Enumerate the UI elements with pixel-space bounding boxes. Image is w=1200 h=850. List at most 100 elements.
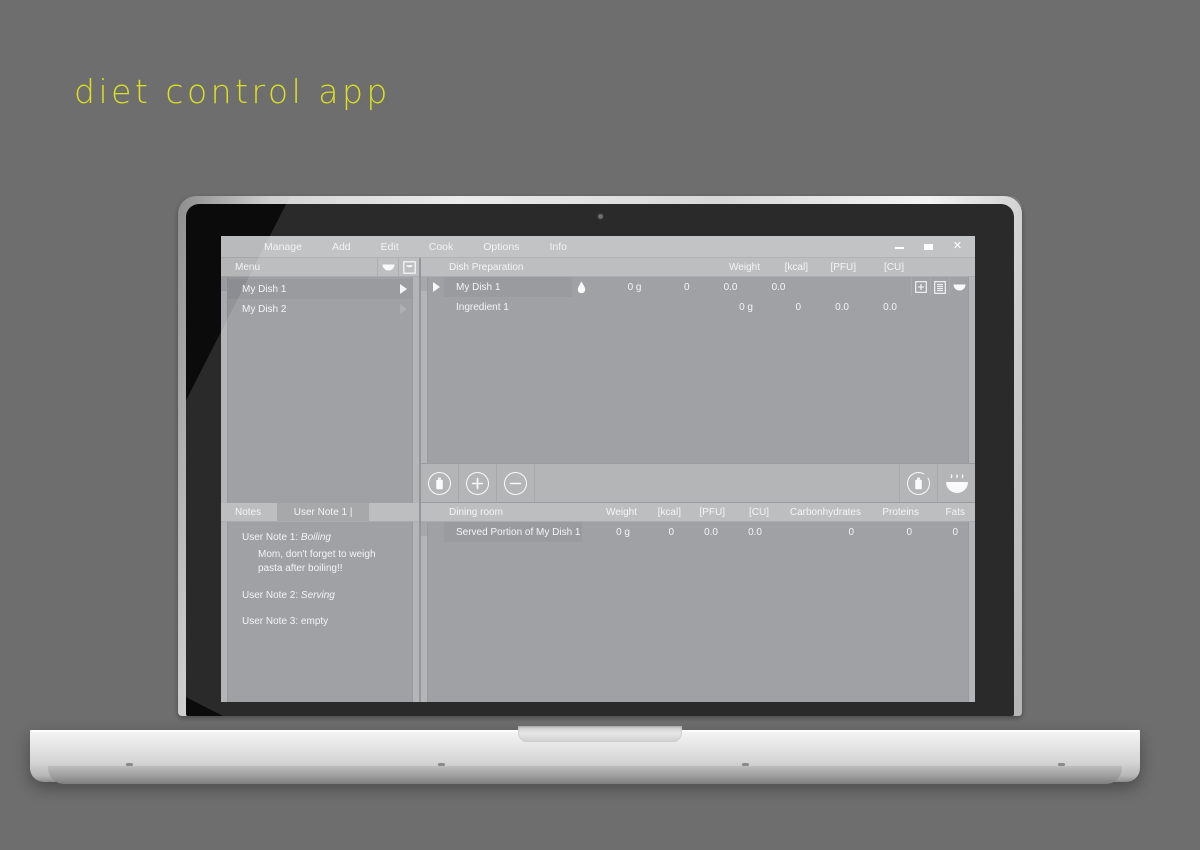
laptop-mockup: Manage Add Edit Cook Options Info ✕ Menu (0, 0, 1200, 850)
row-selected-marker (428, 282, 444, 292)
dish-preparation-body: My Dish 1 0 g 0 0.0 0.0 Ingredient 1 0 g… (421, 277, 975, 463)
dining-scrollbar[interactable] (421, 522, 428, 702)
menu-list[interactable]: My Dish 1 My Dish 2 (221, 277, 419, 503)
col-weight: Weight (606, 506, 637, 518)
pfu-value: 0.0 (723, 281, 738, 293)
note-1-text: Mom, don't forget to weigh pasta after b… (258, 548, 376, 575)
add-button[interactable] (459, 464, 497, 502)
remove-button[interactable] (497, 464, 535, 502)
droplet-icon (572, 281, 592, 294)
menu-info[interactable]: Info (544, 240, 572, 254)
scrollbar-thumb[interactable] (221, 277, 227, 291)
left-column: Menu My Dish 1 My Dish 2 Notes User Note… (221, 258, 421, 702)
prep-toolbar (421, 463, 975, 503)
prep-scrollbar-right[interactable] (968, 277, 975, 463)
dish-preparation-scroll: My Dish 1 0 g 0 0.0 0.0 Ingredient 1 0 g… (421, 277, 975, 463)
laptop-foot (438, 763, 445, 766)
list-icon[interactable] (930, 277, 949, 297)
serve-button[interactable] (937, 464, 975, 502)
plus-circle-icon (466, 471, 489, 495)
carbs-value: 0 (848, 526, 854, 538)
close-icon[interactable]: ✕ (952, 241, 963, 252)
pfu-value: 0.0 (835, 301, 849, 313)
notes-content[interactable]: User Note 1: Boiling Mom, don't forget t… (228, 522, 412, 702)
app-window: Manage Add Edit Cook Options Info ✕ Menu (221, 236, 975, 702)
notes-scrollbar[interactable] (221, 522, 228, 702)
scrollbar-thumb[interactable] (421, 522, 427, 536)
menubar-items: Manage Add Edit Cook Options Info (259, 240, 572, 254)
laptop-foot (742, 763, 749, 766)
note-2-label: User Note 2: (242, 589, 299, 601)
col-pfu: [PFU] (699, 506, 725, 518)
jar-bite-icon (907, 468, 933, 495)
col-dining-room: Dining room (449, 506, 503, 518)
note-1-title: User Note 1: Boiling (242, 531, 402, 546)
menu-add[interactable]: Add (327, 240, 356, 254)
steaming-bowl-icon (944, 472, 970, 494)
dining-room-header: Dining room Weight [kcal] [PFU] [CU] Car… (421, 503, 975, 522)
col-proteins: Proteins (882, 506, 919, 518)
menu-panel-title: Menu (235, 261, 261, 273)
note-2-title: User Note 2: Serving (242, 589, 402, 604)
triangle-right-icon (432, 282, 440, 292)
app-workspace: Menu My Dish 1 My Dish 2 Notes User Note… (221, 258, 975, 702)
col-kcal: [kcal] (784, 261, 808, 273)
cu-value: 0.0 (771, 281, 786, 293)
pot-icon[interactable] (398, 258, 419, 276)
menu-list-scrollbar-right[interactable] (412, 277, 419, 503)
col-weight: Weight (729, 261, 760, 273)
dining-room-scroll: Served Portion of My Dish 1 0 g 0 0.0 0.… (421, 522, 975, 702)
menu-item-my-dish-1[interactable]: My Dish 1 (228, 279, 412, 299)
jar-circle-icon (428, 471, 451, 495)
cu-value: 0.0 (748, 526, 762, 538)
menu-item-label: My Dish 1 (242, 283, 287, 295)
col-carbs: Carbonhydrates (789, 506, 861, 518)
bowl-icon[interactable] (949, 277, 968, 297)
maximize-icon[interactable] (923, 241, 934, 252)
menu-list-scrollbar[interactable] (221, 277, 228, 503)
right-column: Dish Preparation Weight [kcal] [PFU] [CU… (421, 258, 975, 702)
chevron-right-icon (400, 284, 407, 294)
menu-item-label: My Dish 2 (242, 303, 287, 315)
note-3-label: User Note 3: (242, 616, 299, 627)
eat-jar-button[interactable] (899, 464, 937, 502)
minus-circle-icon (504, 471, 527, 495)
bowl-icon[interactable] (377, 258, 398, 276)
kcal-value: 0 (795, 301, 801, 313)
proteins-value: 0 (906, 526, 912, 538)
add-box-icon[interactable] (911, 277, 930, 297)
menu-panel-header-icons (377, 258, 419, 276)
table-row[interactable]: My Dish 1 0 g 0 0.0 0.0 (428, 277, 968, 297)
table-row[interactable]: Ingredient 1 0 g 0 0.0 0.0 (428, 297, 968, 317)
minimize-icon[interactable] (894, 241, 905, 252)
col-kcal: [kcal] (657, 506, 681, 518)
menu-item-my-dish-2[interactable]: My Dish 2 (228, 299, 412, 319)
laptop-foot (1058, 763, 1065, 766)
cu-value: 0.0 (883, 301, 897, 313)
scrollbar-thumb[interactable] (421, 277, 427, 291)
notes-scrollbar-right[interactable] (412, 522, 419, 702)
note-3-title: User Note 3: empty (242, 615, 402, 630)
kcal-value: 0 (668, 526, 674, 538)
notes-panel-header: Notes User Note 1 | (221, 503, 419, 522)
prep-scrollbar[interactable] (421, 277, 428, 463)
weight-value: 0 g (616, 526, 630, 538)
dish-preparation-rows: My Dish 1 0 g 0 0.0 0.0 Ingredient 1 0 g… (428, 277, 968, 463)
dish-name: My Dish 1 (444, 277, 572, 297)
webcam-icon (597, 214, 603, 219)
portion-name: Served Portion of My Dish 1 (444, 522, 582, 542)
menu-cook[interactable]: Cook (424, 240, 459, 254)
notes-active-tab[interactable]: User Note 1 | (277, 503, 370, 521)
pfu-value: 0.0 (704, 526, 718, 538)
weight-value: 0 g (627, 281, 642, 293)
weight-value: 0 g (739, 301, 753, 313)
ingredient-name: Ingredient 1 (456, 301, 509, 313)
table-row[interactable]: Served Portion of My Dish 1 0 g 0 0.0 0.… (428, 522, 968, 542)
menu-options[interactable]: Options (478, 240, 524, 254)
menu-manage[interactable]: Manage (259, 240, 307, 254)
dining-scrollbar-right[interactable] (968, 522, 975, 702)
note-1-kind: Boiling (300, 532, 331, 543)
menu-edit[interactable]: Edit (376, 240, 404, 254)
col-cu: [CU] (749, 506, 769, 518)
add-jar-button[interactable] (421, 464, 459, 502)
